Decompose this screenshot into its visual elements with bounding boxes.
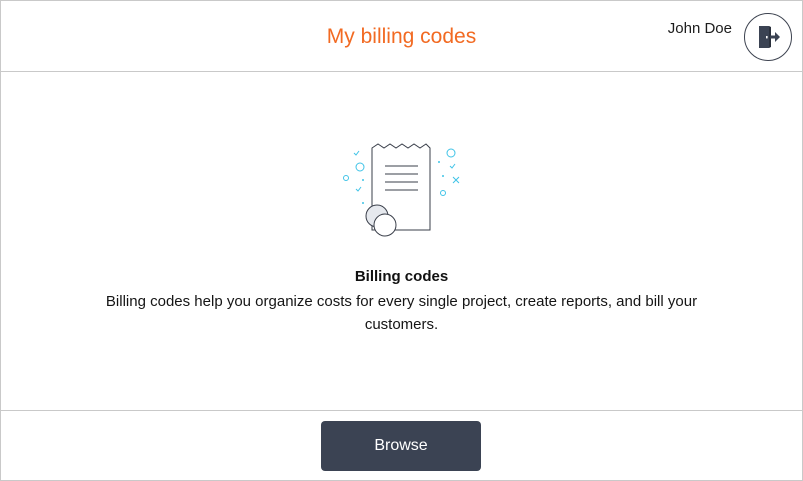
footer: Browse (1, 410, 802, 481)
empty-state: Billing codes Billing codes help you org… (1, 72, 802, 410)
logout-button[interactable] (744, 13, 792, 61)
user-name: John Doe (667, 20, 732, 37)
logout-door-icon (759, 26, 780, 48)
receipt-coins-icon (343, 143, 460, 237)
empty-state-title: Billing codes (354, 268, 449, 285)
empty-state-description: Billing codes help you organize costs fo… (105, 293, 698, 333)
browse-button[interactable]: Browse (321, 421, 481, 471)
billing-codes-dialog: My billing codes John Doe Billing codes … (0, 0, 803, 481)
header: My billing codes John Doe (1, 1, 802, 72)
